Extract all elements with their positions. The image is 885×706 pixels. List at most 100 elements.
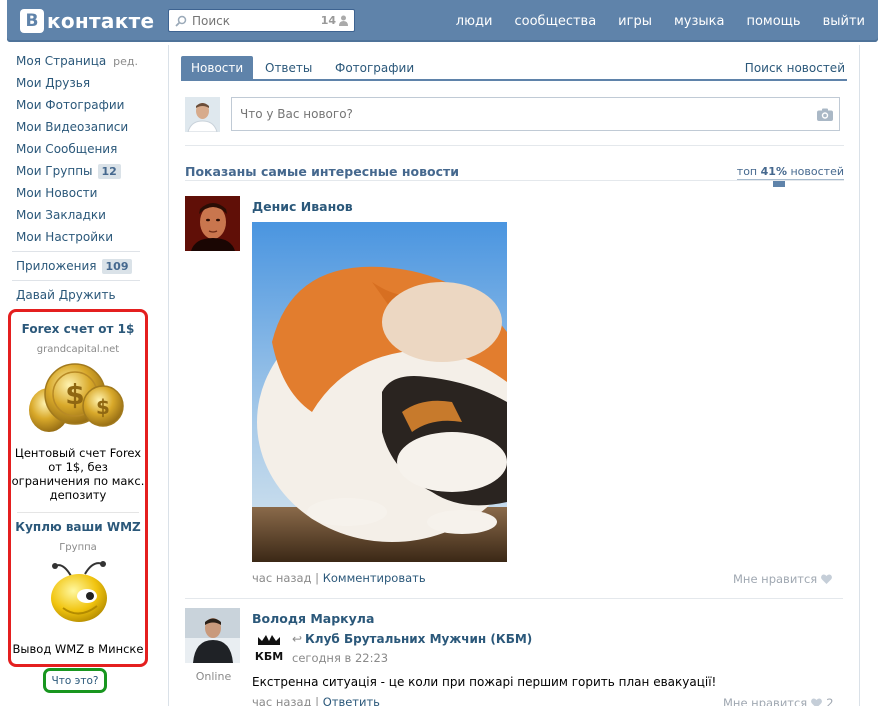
menu-label: Мои Закладки [16, 208, 106, 222]
feed-title: Показаны самые интересные новости [185, 164, 460, 179]
menu-label: Мои Новости [16, 186, 98, 200]
menu-apps[interactable]: Приложения 109 [10, 255, 142, 277]
post-photo-kittens[interactable] [252, 222, 507, 562]
menu-label: Мои Настройки [16, 230, 114, 244]
menu-my-page[interactable]: Моя Страница ред. [10, 50, 142, 72]
post-meta: час назад | Комментировать [252, 571, 426, 585]
menu-divider [12, 280, 140, 281]
coins-image[interactable]: $ $ [25, 360, 131, 438]
like-count: 2 [826, 696, 834, 706]
tab-photos[interactable]: Фотографии [325, 56, 424, 79]
menu-label: Приложения [16, 259, 97, 273]
tab-answers[interactable]: Ответы [255, 56, 322, 79]
menu-videos[interactable]: Мои Видеозаписи [10, 116, 142, 138]
search-icon [175, 15, 187, 27]
groups-count-badge: 12 [97, 163, 121, 179]
meta-separator: | [315, 695, 323, 706]
filter-suffix: новостей [790, 165, 844, 178]
menu-lets-be-friends[interactable]: Давай Дружить [10, 284, 142, 306]
comment-link[interactable]: Комментировать [323, 571, 426, 585]
heart-icon [811, 698, 823, 706]
menu-label: Мои Видеозаписи [16, 120, 129, 134]
meta-separator: | [315, 571, 323, 585]
filter-slider-handle[interactable] [773, 181, 785, 187]
menu-label: Мои Друзья [16, 76, 91, 90]
ad-title[interactable]: Куплю ваши WMZ [11, 520, 145, 534]
search-count: 14 [321, 14, 348, 27]
status-composer [185, 97, 841, 133]
menu-my-page-label[interactable]: Моя Страница [16, 54, 106, 68]
menu-label: Мои Фотографии [16, 98, 125, 112]
ad-domain: grandcapital.net [36, 344, 120, 355]
person-icon [339, 15, 348, 26]
menu-divider [12, 251, 140, 252]
menu-messages[interactable]: Мои Сообщения [10, 138, 142, 160]
apps-count-badge: 109 [101, 258, 133, 274]
post-divider [185, 598, 843, 599]
ad-description: Центовый счет Forex от 1$, без ограничен… [11, 446, 145, 502]
tab-news[interactable]: Новости [181, 56, 254, 79]
repost-time[interactable]: сегодня в 22:23 [292, 651, 388, 665]
menu-label: Давай Дружить [16, 288, 116, 302]
group-logo[interactable]: КБМ [252, 631, 286, 663]
author-avatar[interactable] [185, 608, 240, 663]
left-menu: Моя Страница ред. Мои Друзья Мои Фотогра… [10, 50, 142, 306]
repost-group-link[interactable]: Клуб Брутальних Мужчин (КБМ) [305, 632, 532, 646]
post-time[interactable]: час назад [252, 695, 312, 706]
what-is-this-link[interactable]: Что это? [43, 668, 107, 693]
menu-news[interactable]: Мои Новости [10, 182, 142, 204]
search-box[interactable]: 14 [168, 9, 355, 32]
menu-friends[interactable]: Мои Друзья [10, 72, 142, 94]
online-status: Online [195, 670, 232, 683]
post-meta: час назад | Ответить [252, 695, 380, 706]
filter-value: 41% [760, 165, 787, 178]
camera-icon[interactable] [817, 108, 833, 121]
like-label: Мне нравится [733, 572, 818, 586]
nav-logout[interactable]: выйти [823, 14, 865, 29]
repost-icon: ↩ [292, 632, 303, 646]
status-input[interactable] [231, 97, 840, 131]
post-author[interactable]: Денис Иванов [252, 199, 353, 214]
filter-prefix: топ [736, 165, 758, 178]
like-button[interactable]: Мне нравится 2 [723, 696, 834, 706]
reply-link[interactable]: Ответить [323, 695, 380, 706]
tab-search-news[interactable]: Поиск новостей [735, 56, 847, 79]
nav-music[interactable]: музыка [674, 14, 725, 29]
post-time[interactable]: час назад [252, 571, 312, 585]
menu-label: Мои Сообщения [16, 142, 118, 156]
news-tabs: Новости Ответы Фотографии Поиск новостей [181, 56, 847, 81]
nav-communities[interactable]: сообщества [515, 14, 597, 29]
menu-settings[interactable]: Мои Настройки [10, 226, 142, 248]
vk-logo[interactable]: В контакте [20, 8, 154, 34]
post-author[interactable]: Володя Маркула [252, 611, 374, 626]
webmoney-bug-image[interactable] [41, 560, 117, 626]
ad-divider [17, 512, 139, 513]
nav-help[interactable]: помощь [746, 14, 800, 29]
top-bar: В контакте 14 люди сообщества игры музык… [7, 0, 878, 42]
menu-groups[interactable]: Мои Группы 12 [10, 160, 142, 182]
my-avatar[interactable] [185, 97, 220, 132]
ad-title[interactable]: Forex счет от 1$ [11, 322, 145, 336]
top-nav: люди сообщества игры музыка помощь выйти [456, 0, 865, 42]
nav-games[interactable]: игры [618, 14, 652, 29]
svg-text:$: $ [96, 395, 110, 419]
like-button[interactable]: Мне нравится [733, 572, 833, 586]
logo-badge: В [20, 9, 44, 33]
like-label: Мне нравится [723, 696, 808, 706]
post-text: Екстренна ситуація - це коли при пожарі … [252, 675, 717, 689]
top-news-filter[interactable]: топ 41% новостей [736, 165, 844, 180]
nav-people[interactable]: люди [456, 14, 493, 29]
feed-header: Показаны самые интересные новости топ 41… [185, 145, 844, 187]
logo-text: контакте [47, 9, 155, 33]
ad-type: Группа [59, 542, 97, 553]
ad-description: Вывод WMZ в Минске [12, 642, 144, 656]
search-input[interactable] [192, 13, 307, 28]
edit-link[interactable]: ред. [113, 55, 138, 68]
heart-icon [821, 574, 833, 584]
svg-text:КБМ: КБМ [255, 650, 283, 663]
author-avatar[interactable] [185, 196, 240, 251]
menu-photos[interactable]: Мои Фотографии [10, 94, 142, 116]
svg-text:$: $ [65, 378, 84, 411]
ads-block: Forex счет от 1$ grandcapital.net $ $ Це… [8, 309, 148, 667]
menu-bookmarks[interactable]: Мои Закладки [10, 204, 142, 226]
